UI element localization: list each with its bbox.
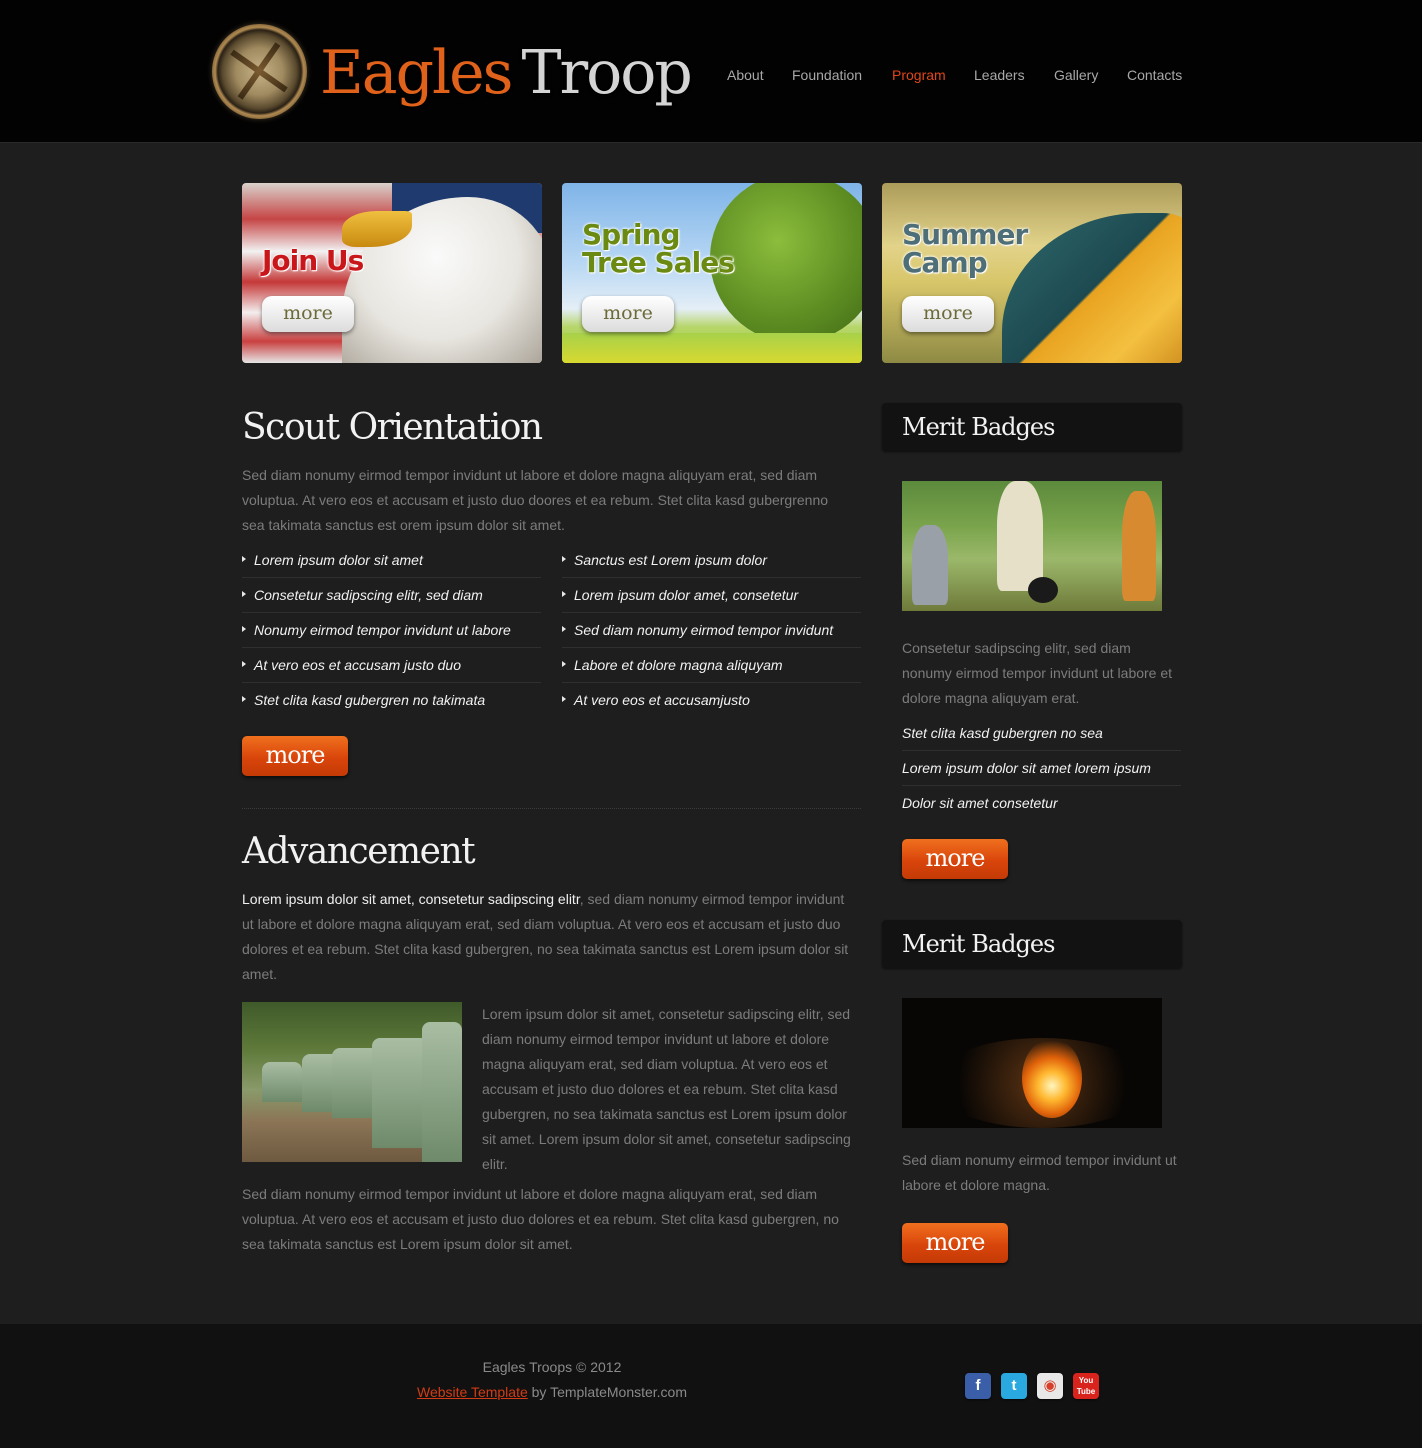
list-item[interactable]: Lorem ipsum dolor amet, consetetur	[562, 578, 861, 613]
nav-contacts[interactable]: Contacts	[1127, 66, 1182, 84]
banner-spring-tree-sales[interactable]: Spring Tree Sales more	[562, 183, 862, 363]
banner-more-button[interactable]: more	[582, 296, 674, 332]
banner-more-button[interactable]: more	[262, 296, 354, 332]
orientation-list-right: Sanctus est Lorem ipsum dolor Lorem ipsu…	[562, 543, 861, 718]
section-divider	[242, 808, 861, 809]
website-template-link[interactable]: Website Template	[417, 1384, 528, 1400]
merit-badges-header-2: Merit Badges	[882, 920, 1182, 968]
main-nav: About Foundation Program Leaders Gallery…	[0, 66, 1422, 86]
night-campfire-image	[902, 998, 1162, 1128]
meadow-image	[562, 333, 862, 363]
nav-program[interactable]: Program	[892, 66, 946, 84]
list-item[interactable]: At vero eos et accusam justo duo	[242, 648, 541, 683]
merit-badges-text: Consetetur sadipscing elitr, sed diam no…	[902, 640, 1173, 706]
nav-about[interactable]: About	[727, 66, 764, 84]
list-item[interactable]: Consetetur sadipscing elitr, sed diam	[242, 578, 541, 613]
orientation-list-left: Lorem ipsum dolor sit amet Consetetur sa…	[242, 543, 541, 718]
merit-badges-header: Merit Badges	[882, 403, 1182, 451]
nav-gallery[interactable]: Gallery	[1054, 66, 1098, 84]
merit-badges-title-2: Merit Badges	[902, 930, 1055, 958]
scouts-campfire-image	[902, 481, 1162, 611]
merit-badges-text-2: Sed diam nonumy eirmod tempor invidunt u…	[902, 1152, 1177, 1193]
advancement-intro: Lorem ipsum dolor sit amet, consetetur s…	[242, 887, 852, 987]
merit-badges-title: Merit Badges	[902, 413, 1055, 441]
scout-orientation-text: Sed diam nonumy eirmod tempor invidunt u…	[242, 467, 829, 533]
list-item[interactable]: Stet clita kasd gubergren no takimata	[242, 683, 541, 718]
banner-title: Spring	[582, 218, 681, 251]
banner-title-line2: Camp	[902, 246, 988, 279]
advancement-side-text: Lorem ipsum dolor sit amet, consetetur s…	[482, 1006, 851, 1172]
youtube-icon[interactable]: You Tube	[1073, 1373, 1099, 1399]
advancement-intro-strong: Lorem ipsum dolor sit amet, consetetur s…	[242, 891, 580, 907]
banner-more-button[interactable]: more	[902, 296, 994, 332]
list-item[interactable]: Sed diam nonumy eirmod tempor invidunt	[562, 613, 861, 648]
list-item[interactable]: Nonumy eirmod tempor invidunt ut labore	[242, 613, 541, 648]
banner-title: Join Us	[262, 244, 364, 277]
twitter-icon[interactable]: t	[1001, 1373, 1027, 1399]
picasa-icon[interactable]: ◉	[1037, 1373, 1063, 1399]
list-item[interactable]: Sanctus est Lorem ipsum dolor	[562, 543, 861, 578]
scout-orientation-title: Scout Orientation	[242, 407, 543, 448]
facebook-icon[interactable]: f	[965, 1373, 991, 1399]
list-item[interactable]: At vero eos et accusamjusto	[562, 683, 861, 718]
list-item[interactable]: Dolor sit amet consetetur	[902, 786, 1181, 821]
nav-foundation[interactable]: Foundation	[792, 66, 862, 84]
banner-title: Summer	[902, 218, 1028, 251]
copyright-text: Eagles Troops © 2012	[482, 1359, 622, 1375]
advancement-title: Advancement	[242, 831, 476, 872]
banner-title-line2: Tree Sales	[582, 246, 735, 279]
list-item[interactable]: Lorem ipsum dolor sit amet	[242, 543, 541, 578]
merit-badges-more-button[interactable]: more	[902, 839, 1008, 879]
advancement-closing-text: Sed diam nonumy eirmod tempor invidunt u…	[242, 1186, 839, 1252]
list-item[interactable]: Lorem ipsum dolor sit amet lorem ipsum	[902, 751, 1181, 786]
list-item[interactable]: Labore et dolore magna aliquyam	[562, 648, 861, 683]
orientation-more-button[interactable]: more	[242, 736, 348, 776]
merit-badges-more-button-2[interactable]: more	[902, 1223, 1008, 1263]
banner-summer-camp[interactable]: Summer Camp more	[882, 183, 1182, 363]
site-header: Eagles Troop About Foundation Program Lea…	[0, 0, 1422, 143]
nav-leaders[interactable]: Leaders	[974, 66, 1025, 84]
merit-badges-list: Stet clita kasd gubergren no sea Lorem i…	[902, 716, 1181, 821]
banner-join-us[interactable]: Join Us more	[242, 183, 542, 363]
credit-text: by TemplateMonster.com	[527, 1384, 688, 1400]
tent-image	[1002, 213, 1182, 363]
camp-tents-image	[242, 1002, 462, 1162]
list-item[interactable]: Stet clita kasd gubergren no sea	[902, 716, 1181, 751]
footer-credit: Website Template by TemplateMonster.com	[0, 1383, 1104, 1401]
